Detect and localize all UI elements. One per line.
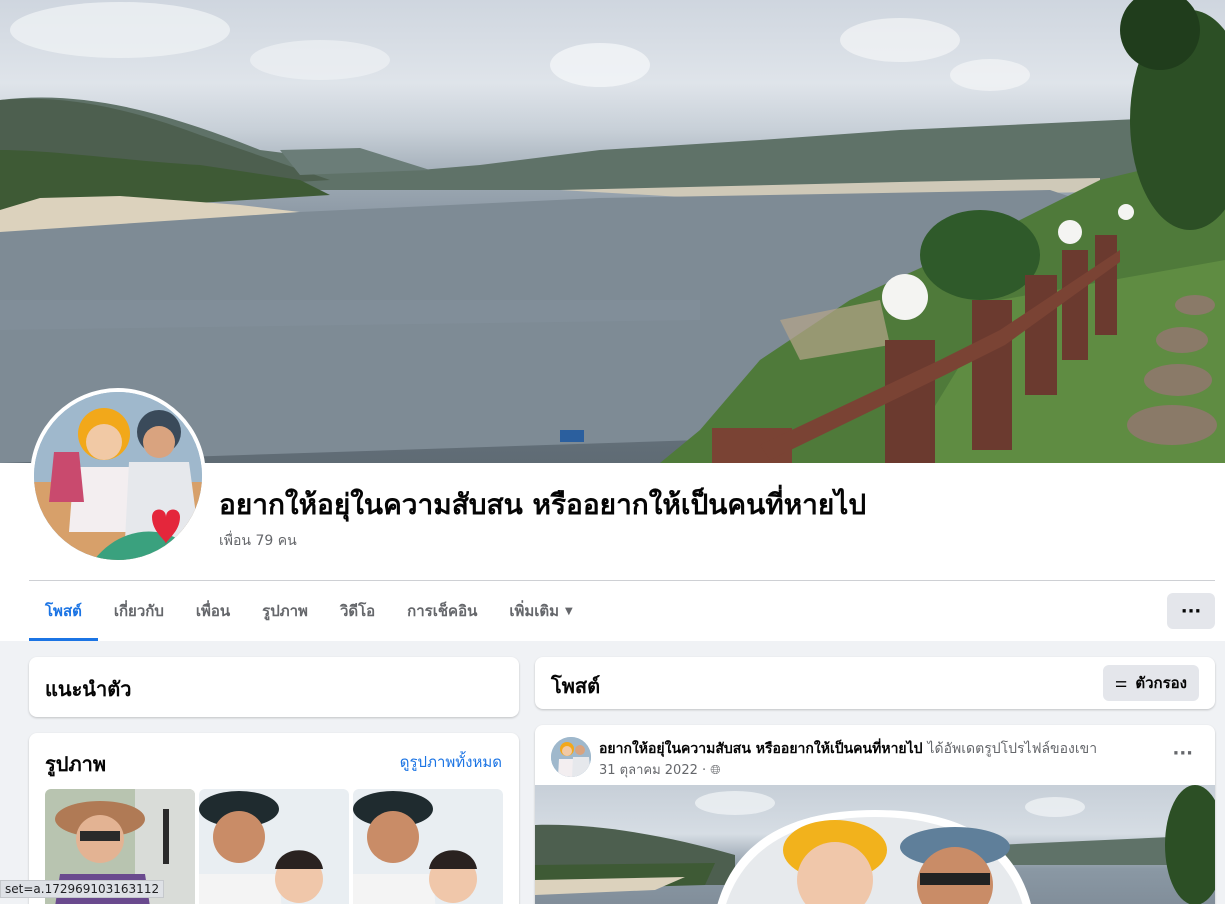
post-card: อยากให้อยุ่ในความสับสน หรืออยากให้เป็นคน… xyxy=(535,725,1215,904)
tab-photos[interactable]: รูปภาพ xyxy=(246,581,324,641)
more-options-button[interactable]: ··· xyxy=(1167,593,1215,629)
photo-image xyxy=(199,789,349,904)
tab-label: เพื่อน xyxy=(195,602,231,620)
posts-header-card: โพสต์ ⚌ ตัวกรอง xyxy=(535,657,1215,709)
avatar-illustration xyxy=(34,392,202,560)
photo-image xyxy=(353,789,503,904)
status-bar-url: set=a.172969103163112 xyxy=(0,880,165,898)
caret-down-icon: ▼ xyxy=(565,605,573,617)
post-meta: 31 ตุลาคม 2022 · 🌐︎ xyxy=(599,759,721,780)
profile-avatar[interactable] xyxy=(30,388,206,564)
tab-videos[interactable]: วิดีโอ xyxy=(324,581,391,641)
tab-friends[interactable]: เพื่อน xyxy=(180,581,246,641)
avatar-illustration xyxy=(551,737,591,777)
see-all-photos-link[interactable]: ดูรูปภาพทั้งหมด xyxy=(400,750,502,774)
tab-posts[interactable]: โพสต์ xyxy=(29,581,98,641)
post-action-text: ได้อัพเดตรูปโปรไฟล์ของเขา xyxy=(927,741,1098,757)
intro-title: แนะนำตัว xyxy=(45,677,132,701)
cover-landscape xyxy=(0,0,1225,463)
tab-label: เพิ่มเติม xyxy=(509,602,560,620)
cover-photo[interactable] xyxy=(0,0,1225,463)
photo-thumbnail[interactable] xyxy=(353,789,503,904)
filter-label: ตัวกรอง xyxy=(1135,674,1187,692)
post-author-avatar[interactable] xyxy=(551,737,591,777)
photos-card: รูปภาพ ดูรูปภาพทั้งหมด xyxy=(29,733,519,904)
post-photo xyxy=(535,785,1215,904)
profile-tabs: โพสต์ เกี่ยวกับ เพื่อน รูปภาพ วิดีโอ การ… xyxy=(29,581,589,641)
tab-label: เกี่ยวกับ xyxy=(113,602,164,620)
post-image[interactable] xyxy=(535,785,1215,904)
tab-label: วิดีโอ xyxy=(339,602,376,620)
profile-name: อยากให้อยุ่ในความสับสน หรืออยากให้เป็นคน… xyxy=(219,488,867,521)
tab-label: รูปภาพ xyxy=(262,602,308,620)
tab-checkins[interactable]: การเช็คอิน xyxy=(391,581,493,641)
post-author-line: อยากให้อยุ่ในความสับสน หรืออยากให้เป็นคน… xyxy=(599,738,1097,760)
globe-icon: 🌐︎ xyxy=(710,763,721,778)
avatar-photo xyxy=(34,392,202,560)
tab-label: โพสต์ xyxy=(45,602,82,620)
tab-label: การเช็คอิน xyxy=(407,602,478,620)
tab-about[interactable]: เกี่ยวกับ xyxy=(98,581,180,641)
post-menu-button[interactable]: ··· xyxy=(1172,743,1193,764)
intro-card: แนะนำตัว xyxy=(29,657,519,717)
filter-icon: ⚌ xyxy=(1114,675,1128,691)
filter-button[interactable]: ⚌ ตัวกรอง xyxy=(1102,665,1199,701)
posts-title: โพสต์ xyxy=(551,674,601,698)
tab-more[interactable]: เพิ่มเติม ▼ xyxy=(493,581,588,641)
photos-title: รูปภาพ xyxy=(45,752,107,776)
photo-thumbnail[interactable] xyxy=(199,789,349,904)
friends-count[interactable]: เพื่อน 79 คน xyxy=(219,530,297,552)
post-date[interactable]: 31 ตุลาคม 2022 · xyxy=(599,763,706,778)
post-author-name[interactable]: อยากให้อยุ่ในความสับสน หรืออยากให้เป็นคน… xyxy=(599,741,923,757)
